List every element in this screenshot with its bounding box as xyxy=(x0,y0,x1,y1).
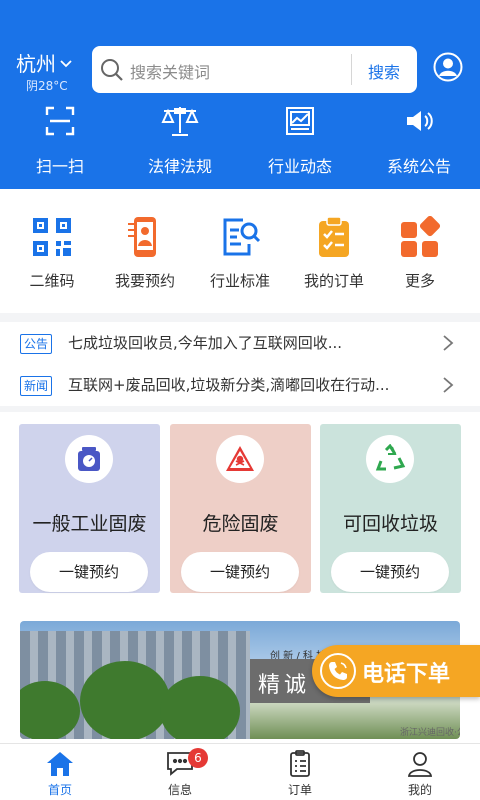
order-icon xyxy=(290,750,310,777)
grid-more-label: 更多 xyxy=(404,272,435,290)
tab-home-label: 首页 xyxy=(47,783,72,797)
chevron-down-icon xyxy=(60,59,72,67)
nav-law-label: 法律法规 xyxy=(147,157,212,176)
nav-notice-label: 系统公告 xyxy=(386,157,451,176)
chevron-right-icon xyxy=(443,335,454,351)
search-bar[interactable]: 搜索关键词 搜索 xyxy=(92,46,417,93)
nav-notice[interactable]: 系统公告 xyxy=(369,105,469,177)
speaker-icon xyxy=(407,111,433,131)
scale-weight-icon xyxy=(78,447,100,471)
news-section: 公告 七成垃圾回收员,今年加入了互联网回收... 新闻 互联网+废品回收,垃圾新… xyxy=(0,322,480,406)
phone-icon-circle xyxy=(320,653,356,689)
tab-orders-label: 订单 xyxy=(287,783,312,797)
grid-orders[interactable]: 我的订单 xyxy=(286,216,382,291)
news-text: 互联网+废品回收,垃圾新分类,滴嘟回收在行动... xyxy=(68,376,390,394)
news-text: 七成垃圾回收员,今年加入了互联网回收... xyxy=(68,334,343,352)
grid-more[interactable]: 更多 xyxy=(372,216,468,291)
scales-icon xyxy=(161,107,199,136)
header: 杭州 阴28°C 搜索关键词 搜索 扫一扫 法律法规 行业动态 系统公告 xyxy=(0,0,480,189)
grid-standard[interactable]: 行业标准 xyxy=(192,216,288,291)
search-button[interactable]: 搜索 xyxy=(368,59,400,83)
card-recyclable[interactable]: 可回收垃圾 一键预约 xyxy=(320,424,461,593)
city-selector[interactable]: 杭州 xyxy=(16,48,72,77)
card-industrial-waste[interactable]: 一般工业固废 一键预约 xyxy=(19,424,160,593)
scan-icon xyxy=(45,106,75,136)
trend-chart-icon xyxy=(286,107,314,135)
tab-profile[interactable]: 我的 xyxy=(380,750,460,798)
bottom-tab-bar: 首页 6 信息 订单 我的 xyxy=(0,743,480,800)
quick-grid: 二维码 我要预约 行业标准 我的订单 更多 xyxy=(0,189,480,313)
recycle-icon xyxy=(375,444,406,471)
card-icon-circle xyxy=(366,435,414,483)
category-cards: 一般工业固废 一键预约 危险固废 一键预约 可回收垃圾 一键预约 xyxy=(0,412,480,607)
phone-icon xyxy=(329,662,347,680)
card-title: 危险固废 xyxy=(202,513,279,535)
standard-doc-icon xyxy=(223,218,261,256)
banner-footer-text: 浙江兴迪回收·公司 xyxy=(400,728,460,738)
chevron-right-icon xyxy=(443,377,454,393)
more-apps-icon xyxy=(401,216,441,257)
grid-qrcode-label: 二维码 xyxy=(29,272,75,290)
nav-scan-label: 扫一扫 xyxy=(35,157,84,176)
tab-profile-label: 我的 xyxy=(407,783,432,797)
news-tag: 公告 xyxy=(20,334,53,354)
profile-icon xyxy=(407,752,433,777)
book-now-button[interactable]: 一键预约 xyxy=(181,552,299,592)
grid-orders-label: 我的订单 xyxy=(303,272,364,290)
tab-messages[interactable]: 6 信息 xyxy=(140,748,220,798)
card-icon-circle xyxy=(216,435,264,483)
news-tag: 新闻 xyxy=(20,376,53,396)
tree-illustration xyxy=(160,676,240,739)
tab-home[interactable]: 首页 xyxy=(20,750,100,798)
search-input[interactable]: 搜索关键词 xyxy=(130,59,210,83)
news-item[interactable]: 公告 七成垃圾回收员,今年加入了互联网回收... xyxy=(0,322,480,362)
book-now-button[interactable]: 一键预约 xyxy=(30,552,148,592)
user-avatar-icon[interactable] xyxy=(433,52,463,82)
grid-appointment-label: 我要预约 xyxy=(114,272,175,290)
phone-order-button[interactable]: 电话下单 xyxy=(312,645,480,697)
nav-law[interactable]: 法律法规 xyxy=(130,105,230,177)
nav-scan[interactable]: 扫一扫 xyxy=(10,105,110,177)
qrcode-icon xyxy=(33,218,71,256)
hazard-icon xyxy=(226,446,254,471)
banner-board-text: 精诚 xyxy=(258,673,311,698)
card-title: 一般工业固废 xyxy=(32,513,147,535)
appointment-icon xyxy=(128,217,156,257)
top-nav: 扫一扫 法律法规 行业动态 系统公告 xyxy=(0,105,480,185)
news-item[interactable]: 新闻 互联网+废品回收,垃圾新分类,滴嘟回收在行动... xyxy=(0,364,480,404)
phone-order-label: 电话下单 xyxy=(362,662,451,687)
grid-standard-label: 行业标准 xyxy=(209,272,270,290)
card-hazardous-waste[interactable]: 危险固废 一键预约 xyxy=(170,424,311,593)
clipboard-icon xyxy=(319,216,349,257)
home-icon xyxy=(47,752,73,776)
weather-text: 阴28°C xyxy=(26,79,68,93)
tab-orders[interactable]: 订单 xyxy=(260,750,340,798)
search-divider xyxy=(351,54,352,85)
city-name: 杭州 xyxy=(16,52,56,76)
tree-illustration xyxy=(80,661,170,739)
search-icon xyxy=(101,59,123,81)
tab-messages-label: 信息 xyxy=(167,783,192,797)
grid-appointment[interactable]: 我要预约 xyxy=(97,216,193,291)
card-icon-circle xyxy=(65,435,113,483)
nav-industry-label: 行业动态 xyxy=(267,157,332,176)
book-now-button[interactable]: 一键预约 xyxy=(331,552,449,592)
message-badge: 6 xyxy=(188,748,208,768)
nav-industry[interactable]: 行业动态 xyxy=(250,105,350,177)
grid-qrcode[interactable]: 二维码 xyxy=(4,216,100,291)
card-title: 可回收垃圾 xyxy=(342,513,438,535)
